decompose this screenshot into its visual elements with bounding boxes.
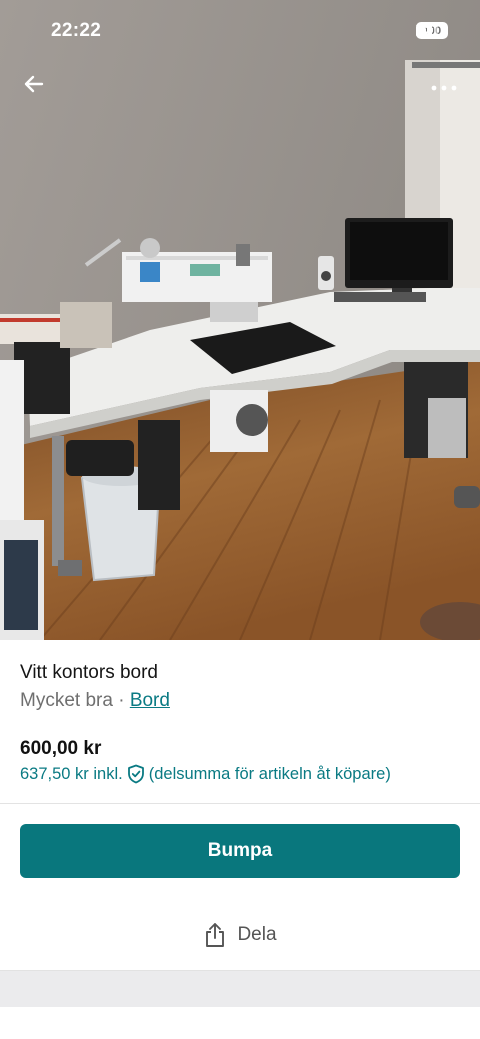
price-incl-note: (delsumma för artikeln åt köpare) (148, 765, 391, 783)
listing-meta: Mycket bra · Bord (20, 688, 460, 714)
share-button[interactable]: Dela (0, 910, 480, 960)
photo-top-nav (0, 62, 480, 102)
arrow-left-icon (24, 75, 44, 93)
wifi-icon (416, 22, 436, 36)
category-link[interactable]: Bord (130, 690, 170, 711)
meta-separator: · (118, 690, 125, 711)
more-dots-icon (431, 85, 457, 91)
condition-label: Mycket bra (20, 690, 113, 711)
share-label: Dela (237, 924, 277, 945)
bottom-section-strip (0, 970, 480, 1007)
buyer-protection-price[interactable]: 637,50 kr inkl. (delsumma för artikeln å… (20, 762, 460, 786)
shield-check-icon (127, 764, 144, 784)
price-incl-label: 637,50 kr inkl. (20, 765, 123, 783)
status-icons: 100 (416, 22, 448, 39)
share-icon (206, 923, 225, 947)
section-divider (0, 803, 480, 804)
listing-details: Vitt kontors bord Mycket bra · Bord 600,… (20, 660, 460, 786)
status-bar: 22:22 100 (0, 0, 480, 62)
listing-title: Vitt kontors bord (20, 662, 159, 683)
more-options-button[interactable] (426, 68, 462, 100)
bump-button[interactable]: Bumpa (20, 824, 460, 878)
status-time: 22:22 (51, 20, 102, 41)
listing-photo[interactable]: 22:22 100 (0, 0, 480, 640)
back-button[interactable] (18, 68, 50, 100)
listing-price: 600,00 kr (20, 738, 102, 759)
